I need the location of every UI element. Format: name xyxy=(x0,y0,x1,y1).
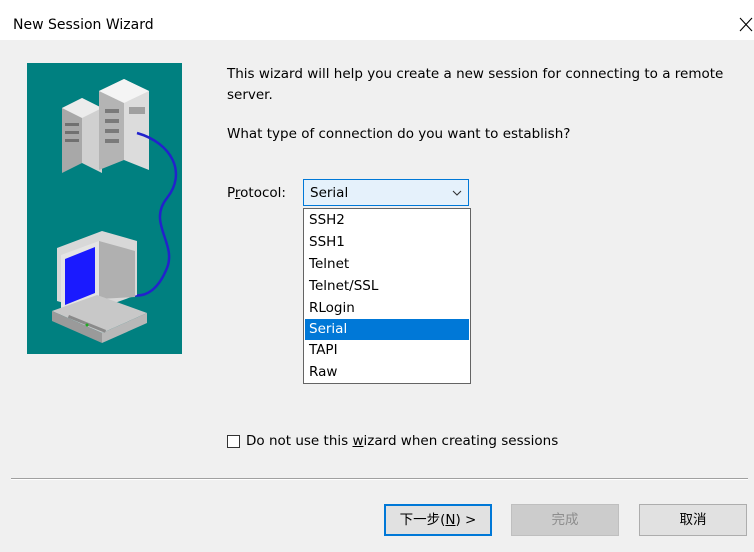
window-title: New Session Wizard xyxy=(13,17,154,33)
protocol-option-ssh1[interactable]: SSH1 xyxy=(305,232,469,253)
next-label-accesskey: N xyxy=(445,512,456,528)
protocol-selected-value: Serial xyxy=(310,185,349,201)
chevron-down-icon xyxy=(452,190,462,196)
protocol-dropdown-list[interactable]: SSH2 SSH1 Telnet Telnet/SSL RLogin Seria… xyxy=(303,208,471,384)
server-computer-illustration xyxy=(52,79,178,343)
protocol-label-suffix: otocol: xyxy=(240,185,286,201)
protocol-option-telnet[interactable]: Telnet xyxy=(305,254,469,275)
protocol-label: Protocol: xyxy=(227,185,286,201)
protocol-option-tapi[interactable]: TAPI xyxy=(305,340,469,361)
close-button[interactable] xyxy=(736,14,754,36)
protocol-option-raw[interactable]: Raw xyxy=(305,362,469,383)
protocol-option-rlogin[interactable]: RLogin xyxy=(305,298,469,319)
protocol-option-telnet-ssl[interactable]: Telnet/SSL xyxy=(305,276,469,297)
skip-wizard-label: Do not use this wizard when creating ses… xyxy=(246,433,558,449)
next-label-prefix: 下一步( xyxy=(399,512,446,528)
cancel-button[interactable]: 取消 xyxy=(639,504,747,536)
close-icon xyxy=(739,17,753,32)
protocol-option-serial[interactable]: Serial xyxy=(305,319,469,340)
next-button[interactable]: 下一步(N) > xyxy=(384,504,492,536)
finish-button[interactable]: 完成 xyxy=(511,504,619,536)
protocol-option-ssh2[interactable]: SSH2 xyxy=(305,210,469,231)
connection-question: What type of connection do you want to e… xyxy=(227,126,571,142)
skip-wizard-label-prefix: Do not use this xyxy=(246,433,353,449)
skip-wizard-label-suffix: izard when creating sessions xyxy=(363,433,559,449)
button-separator xyxy=(11,478,748,480)
wizard-illustration xyxy=(27,63,182,354)
protocol-label-prefix: P xyxy=(227,185,235,201)
intro-text: This wizard will help you create a new s… xyxy=(227,66,724,103)
skip-wizard-accesskey: w xyxy=(352,433,364,449)
protocol-select[interactable]: Serial xyxy=(303,179,469,206)
checkbox-box[interactable] xyxy=(227,435,240,448)
title-bar: New Session Wizard xyxy=(0,0,754,40)
new-session-wizard-window: New Session Wizard This wizard will help… xyxy=(0,0,754,552)
next-label-suffix: ) > xyxy=(455,512,477,528)
